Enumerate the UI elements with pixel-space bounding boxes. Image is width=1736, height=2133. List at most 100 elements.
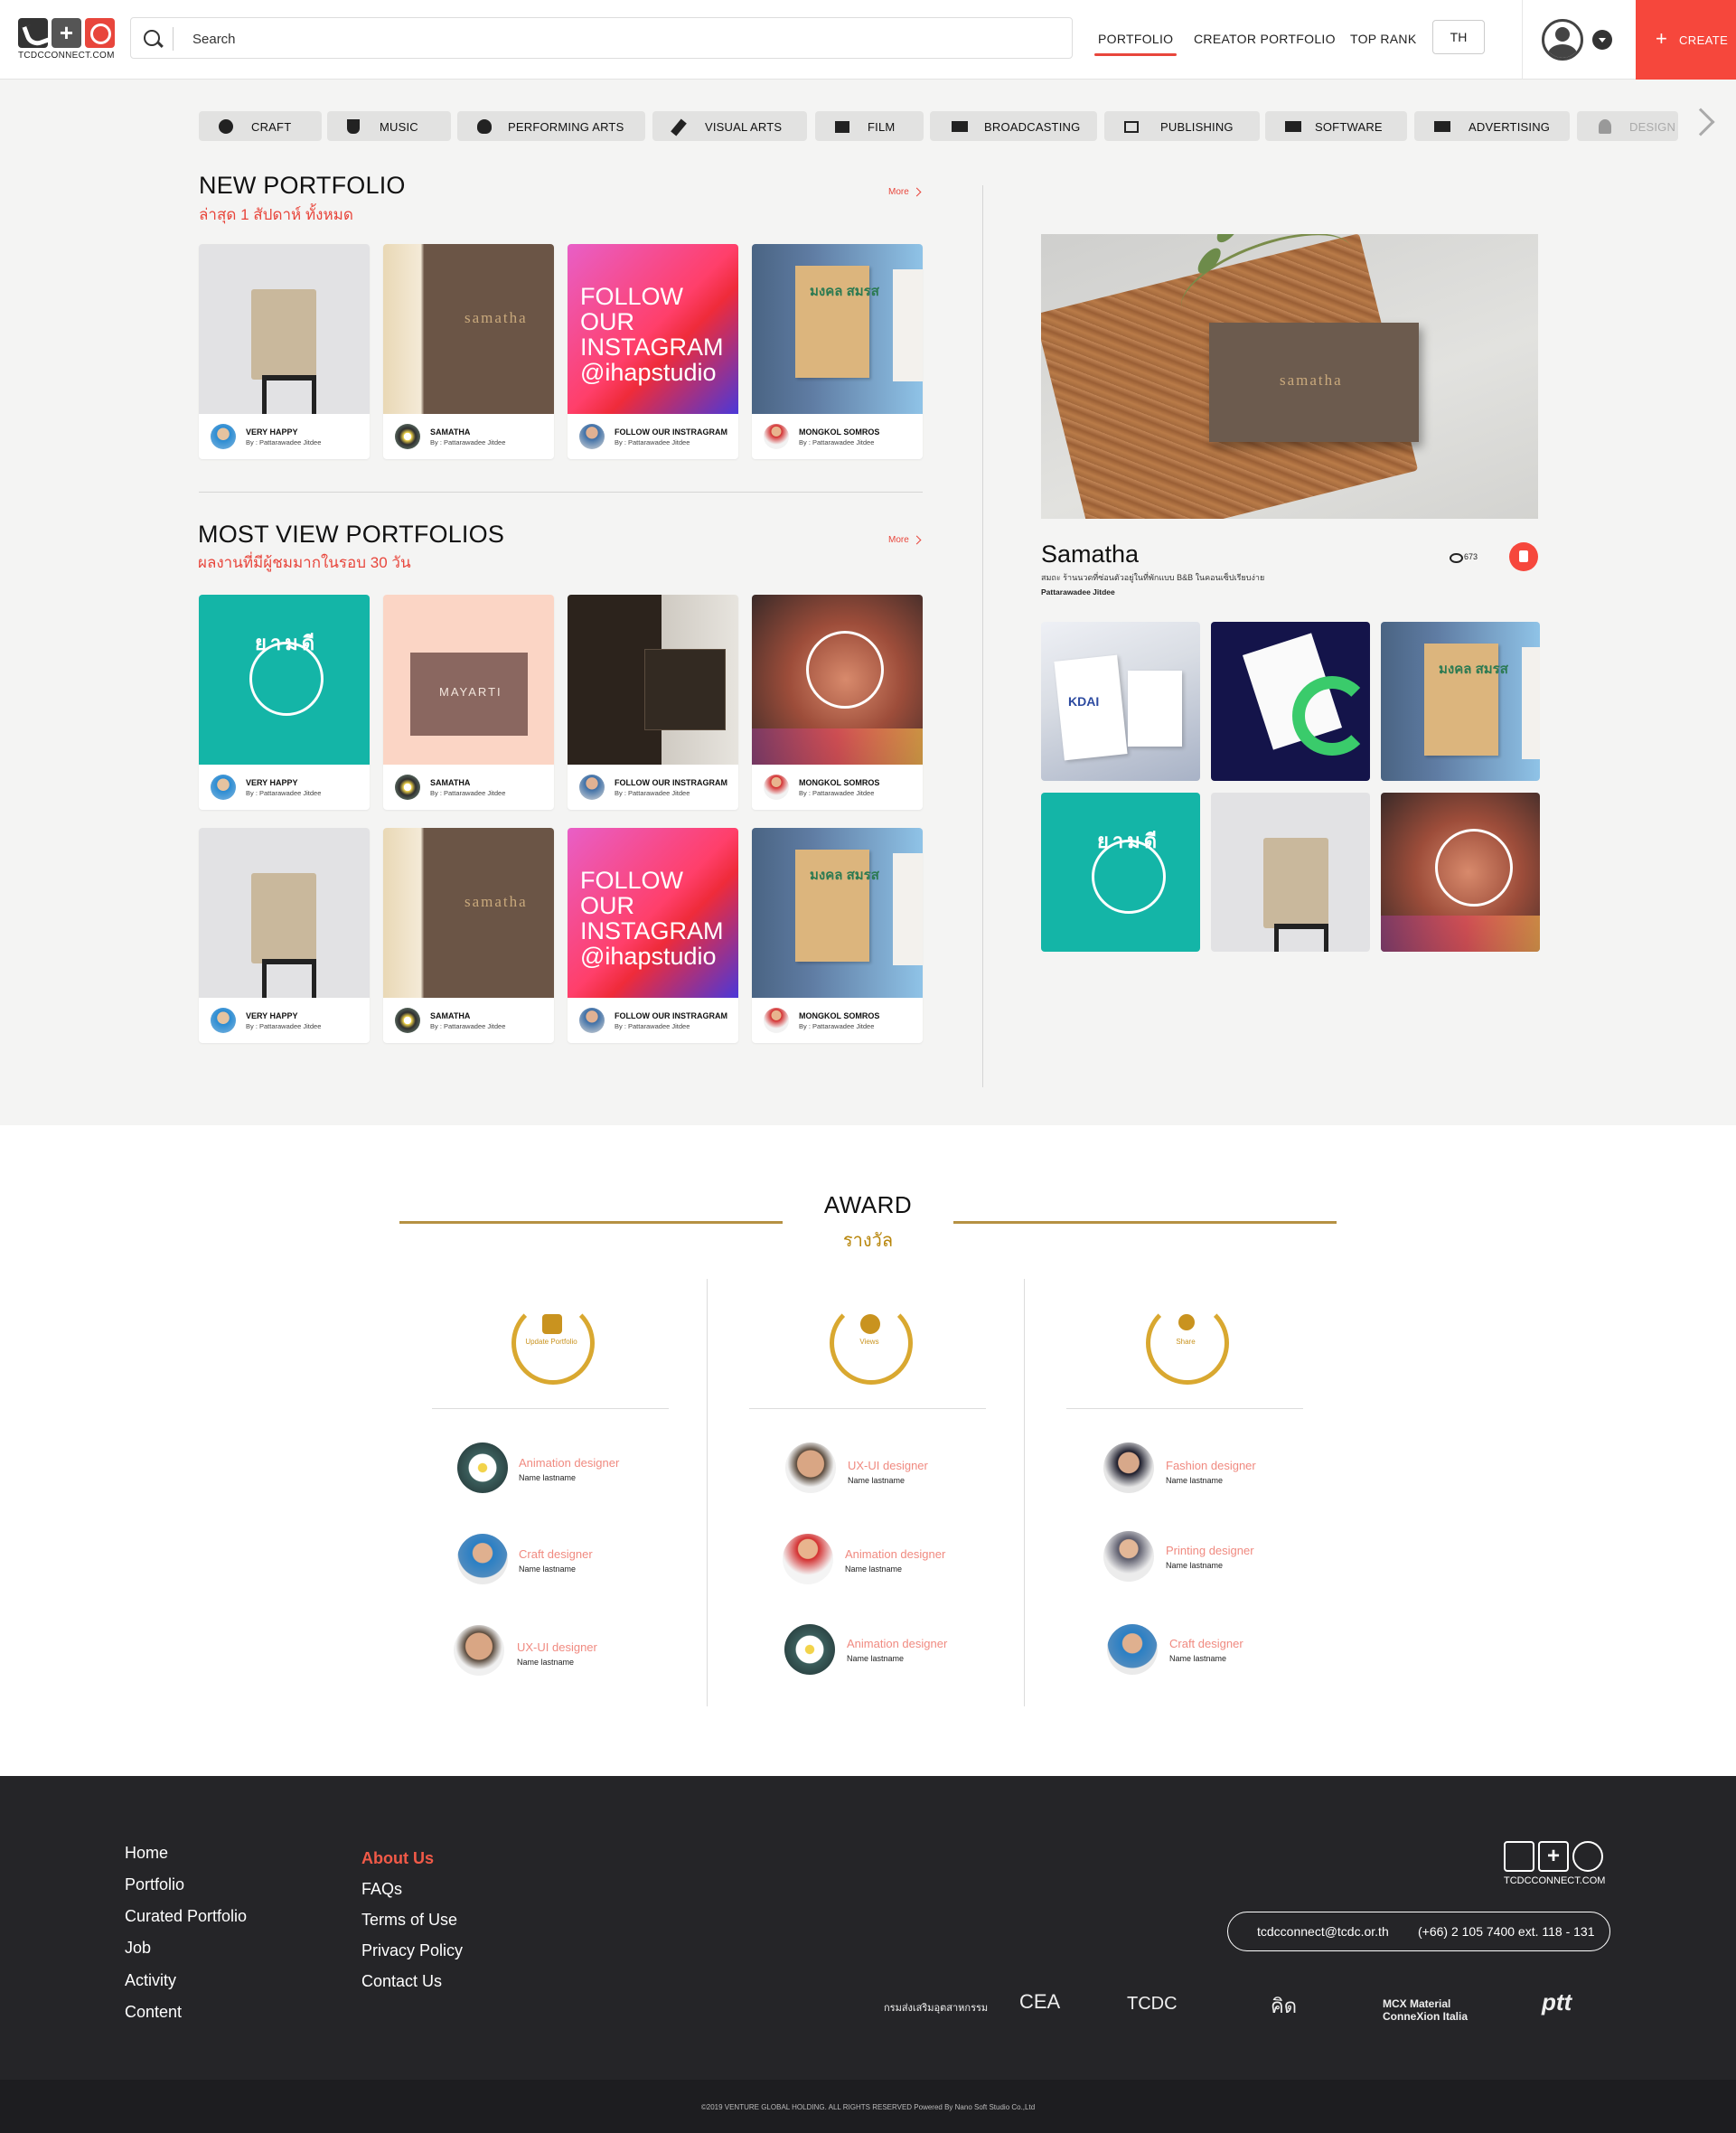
- footer-link-job[interactable]: Job: [125, 1939, 151, 1958]
- chevron-down-icon[interactable]: [1592, 30, 1612, 50]
- winner-name[interactable]: Name lastname: [848, 1476, 905, 1485]
- portfolio-card[interactable]: มงคล สมรส MONGKOL SOMROS By : Pattarawad…: [752, 244, 923, 459]
- footer-link-contact[interactable]: Contact Us: [361, 1972, 442, 1991]
- featured-gallery-thumb[interactable]: [1211, 622, 1370, 781]
- footer-logo[interactable]: + TCDCCONNECT.COM: [1504, 1841, 1608, 1886]
- nav-portfolio[interactable]: PORTFOLIO: [1093, 32, 1178, 56]
- footer-link-terms[interactable]: Terms of Use: [361, 1911, 457, 1930]
- portfolio-card[interactable]: FOLLOW OUR INSTAGRAM @ihapstudio FOLLOW …: [568, 828, 738, 1043]
- winner-name[interactable]: Name lastname: [519, 1473, 576, 1482]
- footer-link-activity[interactable]: Activity: [125, 1971, 176, 1990]
- footer-link-portfolio[interactable]: Portfolio: [125, 1875, 184, 1894]
- contact-info: tcdcconnect@tcdc.or.th (+66) 2 105 7400 …: [1227, 1912, 1610, 1951]
- category-label: FILM: [868, 120, 896, 134]
- category-advertising[interactable]: ADVERTISING: [1414, 111, 1570, 141]
- category-design[interactable]: DESIGN: [1577, 111, 1678, 141]
- category-performing-arts[interactable]: PERFORMING ARTS: [457, 111, 645, 141]
- new-portfolio-subtitle: ล่าสุด 1 สัปดาห์ ทั้งหมด: [199, 206, 353, 223]
- winner-avatar[interactable]: [1107, 1624, 1158, 1675]
- featured-gallery-thumb[interactable]: KDAI: [1041, 622, 1200, 781]
- logo-mark-icon: [1504, 1841, 1534, 1872]
- category-next-arrow-icon[interactable]: [1686, 108, 1715, 136]
- portfolio-thumbnail: [199, 244, 370, 414]
- winner-name[interactable]: Name lastname: [1169, 1654, 1226, 1663]
- featured-image[interactable]: samatha: [1041, 234, 1538, 519]
- winner-avatar[interactable]: [454, 1625, 504, 1676]
- copyright-text: ©2019 VENTURE GLOBAL HOLDING. ALL RIGHTS…: [700, 2103, 1036, 2111]
- winner-avatar[interactable]: [457, 1534, 508, 1584]
- featured-gallery-thumb[interactable]: ยามดี: [1041, 793, 1200, 952]
- footer-link-faqs[interactable]: FAQs: [361, 1880, 402, 1899]
- category-label: PUBLISHING: [1160, 120, 1234, 134]
- portfolio-card[interactable]: samatha SAMATHA By : Pattarawadee Jitdee: [383, 828, 554, 1043]
- contact-email[interactable]: tcdcconnect@tcdc.or.th: [1257, 1924, 1389, 1939]
- portfolio-card[interactable]: samatha SAMATHA By : Pattarawadee Jitdee: [383, 244, 554, 459]
- creator-avatar: [395, 1008, 420, 1033]
- featured-gallery-thumb[interactable]: มงคล สมรส: [1381, 622, 1540, 781]
- portfolio-card[interactable]: FOLLOW OUR INSTAGRAM @ihapstudio FOLLOW …: [568, 244, 738, 459]
- winner-avatar[interactable]: [1103, 1531, 1154, 1582]
- category-craft[interactable]: CRAFT: [199, 111, 322, 141]
- nav-top-rank[interactable]: TOP RANK: [1350, 32, 1416, 46]
- portfolio-thumbnail: [752, 595, 923, 765]
- most-view-more-link[interactable]: More: [888, 535, 909, 545]
- thumbnail-text: มงคล สมรส: [810, 284, 879, 299]
- tcdc-logo[interactable]: + TCDCCONNECT.COM: [18, 18, 117, 63]
- thumbnail-text: KDAI: [1068, 694, 1100, 709]
- card-author: By : Pattarawadee Jitdee: [615, 789, 690, 797]
- portfolio-card[interactable]: MAYARTI SAMATHA By : Pattarawadee Jitdee: [383, 595, 554, 810]
- winner-avatar[interactable]: [457, 1442, 508, 1493]
- award-title: AWARD: [823, 1191, 913, 1218]
- portfolio-thumbnail: samatha: [383, 828, 554, 998]
- portfolio-card[interactable]: ยามดี VERY HAPPY By : Pattarawadee Jitde…: [199, 595, 370, 810]
- winner-name[interactable]: Name lastname: [847, 1654, 904, 1663]
- bookmark-button[interactable]: [1509, 542, 1538, 571]
- footer-link-privacy[interactable]: Privacy Policy: [361, 1941, 463, 1960]
- category-publishing[interactable]: PUBLISHING: [1104, 111, 1260, 141]
- language-button[interactable]: TH: [1432, 20, 1485, 54]
- category-broadcasting[interactable]: BROADCASTING: [930, 111, 1097, 141]
- winner-name[interactable]: Name lastname: [517, 1658, 574, 1667]
- user-avatar[interactable]: [1542, 19, 1583, 61]
- badge-label: Update Portfolio: [525, 1338, 577, 1346]
- new-portfolio-more-link[interactable]: More: [888, 187, 909, 197]
- thumbnail-text: มงคล สมรส: [810, 868, 879, 883]
- footer-link-content[interactable]: Content: [125, 2003, 182, 2022]
- footer-link-curated-portfolio[interactable]: Curated Portfolio: [125, 1907, 247, 1926]
- category-music[interactable]: MUSIC: [327, 111, 451, 141]
- thumbnail-text: samatha: [464, 893, 528, 910]
- category-label: PERFORMING ARTS: [508, 120, 624, 134]
- featured-gallery-thumb[interactable]: [1381, 793, 1540, 952]
- card-title: VERY HAPPY: [246, 778, 298, 787]
- portfolio-card[interactable]: MONGKOL SOMROS By : Pattarawadee Jitdee: [752, 595, 923, 810]
- award-section: [0, 1125, 1736, 1776]
- search-bar[interactable]: [130, 17, 1073, 59]
- create-button[interactable]: + CREATE: [1636, 0, 1736, 80]
- footer-link-about-us[interactable]: About Us: [361, 1849, 434, 1868]
- featured-gallery-thumb[interactable]: [1211, 793, 1370, 952]
- search-input[interactable]: [192, 27, 1006, 51]
- winner-avatar[interactable]: [783, 1534, 833, 1584]
- category-visual-arts[interactable]: VISUAL ARTS: [652, 111, 807, 141]
- badge-label: Views: [859, 1338, 879, 1346]
- footer-link-home[interactable]: Home: [125, 1844, 168, 1863]
- category-film[interactable]: FILM: [815, 111, 924, 141]
- winner-name[interactable]: Name lastname: [1166, 1561, 1223, 1570]
- brush-icon: [671, 118, 687, 136]
- winner-name[interactable]: Name lastname: [845, 1565, 902, 1574]
- portfolio-card[interactable]: VERY HAPPY By : Pattarawadee Jitdee: [199, 828, 370, 1043]
- winner-avatar[interactable]: [785, 1442, 836, 1493]
- nav-creator-portfolio[interactable]: CREATOR PORTFOLIO: [1194, 32, 1336, 46]
- new-portfolio-title: NEW PORTFOLIO: [199, 172, 406, 199]
- portfolio-card[interactable]: มงคล สมรส MONGKOL SOMROS By : Pattarawad…: [752, 828, 923, 1043]
- thumbnail-text: FOLLOW OUR INSTAGRAM @ihapstudio: [580, 867, 724, 970]
- search-icon[interactable]: [144, 30, 160, 46]
- portfolio-card[interactable]: FOLLOW OUR INSTRAGRAM By : Pattarawadee …: [568, 595, 738, 810]
- winner-avatar[interactable]: [784, 1624, 835, 1675]
- winner-name[interactable]: Name lastname: [519, 1565, 576, 1574]
- card-title: FOLLOW OUR INSTRAGRAM: [615, 428, 727, 437]
- winner-name[interactable]: Name lastname: [1166, 1476, 1223, 1485]
- portfolio-card[interactable]: VERY HAPPY By : Pattarawadee Jitdee: [199, 244, 370, 459]
- category-software[interactable]: SOFTWARE: [1265, 111, 1407, 141]
- winner-avatar[interactable]: [1103, 1442, 1154, 1493]
